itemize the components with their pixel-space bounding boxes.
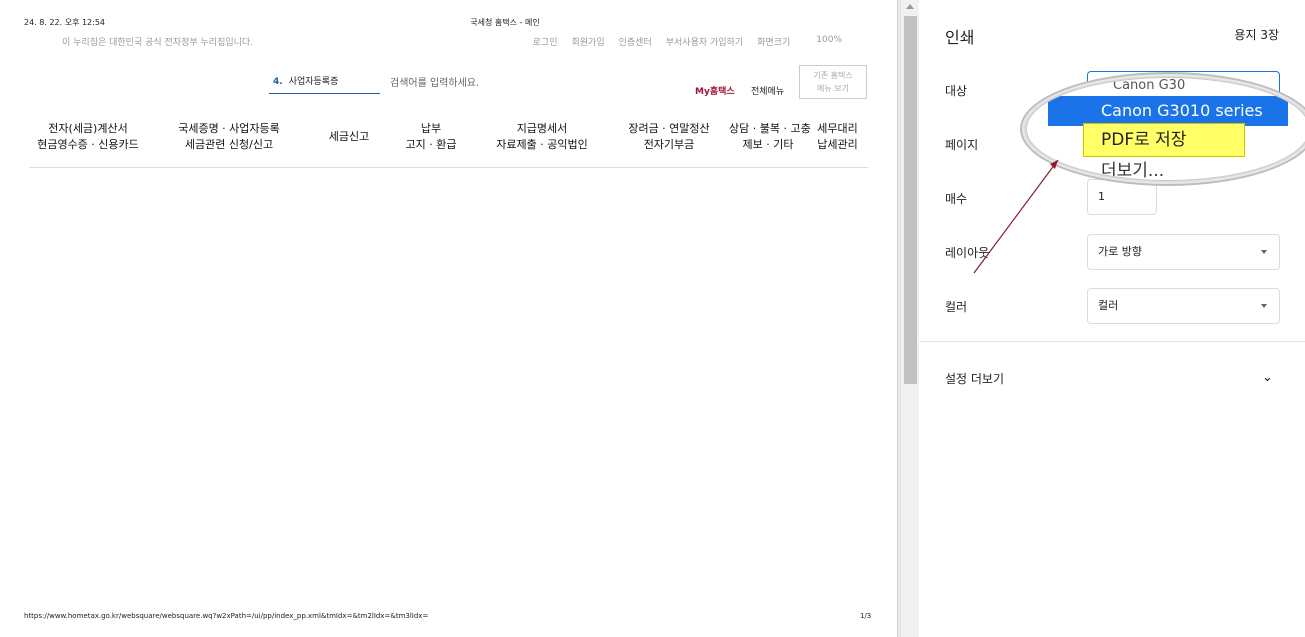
chevron-down-icon <box>1261 250 1267 254</box>
cert-center-link[interactable]: 인증센터 <box>619 35 652 48</box>
gov-notice: 이 누리집은 대한민국 공식 전자정부 누리집입니다. <box>62 38 254 48</box>
chevron-down-icon <box>1261 304 1267 308</box>
nav-line: 전자(세금)계산서 <box>48 122 128 135</box>
old-menu-line2: 메뉴 보기 <box>817 84 849 93</box>
panel-divider <box>919 341 1305 342</box>
option-more[interactable]: 더보기... <box>1101 156 1164 180</box>
nav-item-tax-agent[interactable]: 세무대리납세관리 <box>807 121 868 167</box>
top-links: 로그인 회원가입 인증센터 부서사용자 가입하기 화면크기 100% <box>533 35 842 48</box>
dept-user-signup-link[interactable]: 부서사용자 가입하기 <box>666 35 743 48</box>
scroll-thumb[interactable] <box>904 16 917 384</box>
nav-line: 상담 · 불복 · 고충 <box>729 122 811 135</box>
nav-line: 납세관리 <box>817 138 858 151</box>
signup-link[interactable]: 회원가입 <box>572 35 605 48</box>
nav-line: 세무대리 <box>817 122 858 135</box>
nav-item-tax-return[interactable]: 세금신고 <box>311 121 387 167</box>
login-link[interactable]: 로그인 <box>533 35 558 48</box>
nav-line: 자료제출 · 공익법인 <box>496 138 588 151</box>
color-value: 컬러 <box>1098 299 1119 312</box>
nav-line: 국세증명 · 사업자등록 <box>178 122 280 135</box>
my-hometax-link[interactable]: My홈택스 <box>695 84 735 97</box>
print-footer-page: 1/3 <box>860 612 872 620</box>
screen: 24. 8. 22. 오후 12:54 국세청 홈택스 - 메인 이 누리집은 … <box>0 0 1305 637</box>
nav-line: 고지 · 환급 <box>405 138 457 151</box>
screen-size-link[interactable]: 화면크기 <box>757 35 790 48</box>
all-menu-link[interactable]: 전체메뉴 <box>751 84 784 97</box>
print-footer-url: https://www.hometax.go.kr/websquare/webs… <box>24 612 429 620</box>
nav-item-incentive[interactable]: 장려금 · 연말정산전자기부금 <box>609 121 729 167</box>
nav-item-payment[interactable]: 납부고지 · 환급 <box>387 121 475 167</box>
scroll-up-arrow-icon[interactable] <box>906 4 914 9</box>
option-canon-printer[interactable]: Canon G3010 series <box>1048 96 1288 126</box>
print-page-title: 국세청 홈택스 - 메인 <box>470 18 540 27</box>
nav-line: 제보 · 기타 <box>742 138 794 151</box>
search-tag[interactable]: 4. 사업자등록증 <box>269 73 380 94</box>
nav-line: 전자기부금 <box>643 138 695 151</box>
old-menu-button[interactable]: 기존 홈택스 메뉴 보기 <box>799 65 867 99</box>
nav-item-certificates[interactable]: 국세증명 · 사업자등록세금관련 신청/신고 <box>147 121 311 167</box>
nav-item-counsel[interactable]: 상담 · 불복 · 고충제보 · 기타 <box>729 121 811 167</box>
chevron-down-icon[interactable]: ⌄ <box>1262 370 1273 385</box>
print-preview-area: 24. 8. 22. 오후 12:54 국세청 홈택스 - 메인 이 누리집은 … <box>0 0 900 637</box>
nav-item-payment-statement[interactable]: 지급명세서자료제출 · 공익법인 <box>475 121 609 167</box>
main-nav: 전자(세금)계산서현금영수증 · 신용카드 국세증명 · 사업자등록세금관련 신… <box>29 121 868 168</box>
nav-item-e-invoice[interactable]: 전자(세금)계산서현금영수증 · 신용카드 <box>29 121 147 167</box>
nav-line: 세금신고 <box>328 130 370 143</box>
color-select[interactable]: 컬러 <box>1087 288 1280 324</box>
annotation-arrow-icon <box>973 159 1059 274</box>
print-title: 인쇄 <box>945 28 975 47</box>
more-settings-toggle[interactable]: 설정 더보기 <box>945 370 1004 387</box>
nav-line: 장려금 · 연말정산 <box>628 122 710 135</box>
option-save-as-pdf[interactable]: PDF로 저장 <box>1083 123 1245 157</box>
preview-scrollbar[interactable] <box>900 0 919 637</box>
color-label: 컬러 <box>945 300 968 314</box>
old-menu-line1: 기존 홈택스 <box>813 71 853 80</box>
preview-page: 24. 8. 22. 오후 12:54 국세청 홈택스 - 메인 이 누리집은 … <box>0 0 898 637</box>
sheet-count: 용지 3장 <box>1234 28 1279 42</box>
nav-line: 현금영수증 · 신용카드 <box>37 138 139 151</box>
nav-line: 세금관련 신청/신고 <box>184 138 274 151</box>
search-tag-number: 4. <box>273 77 283 87</box>
layout-select[interactable]: 가로 방향 <box>1087 234 1280 270</box>
nav-line: 납부 <box>420 122 442 135</box>
layout-value: 가로 방향 <box>1098 245 1142 258</box>
nav-line: 지급명세서 <box>516 122 568 135</box>
dropdown-partial-text: Canon G30 <box>1113 78 1186 93</box>
search-tag-text: 사업자등록증 <box>288 77 339 87</box>
zoom-level: 100% <box>816 35 842 45</box>
destination-label: 대상 <box>945 84 968 98</box>
search-input[interactable] <box>390 73 610 93</box>
